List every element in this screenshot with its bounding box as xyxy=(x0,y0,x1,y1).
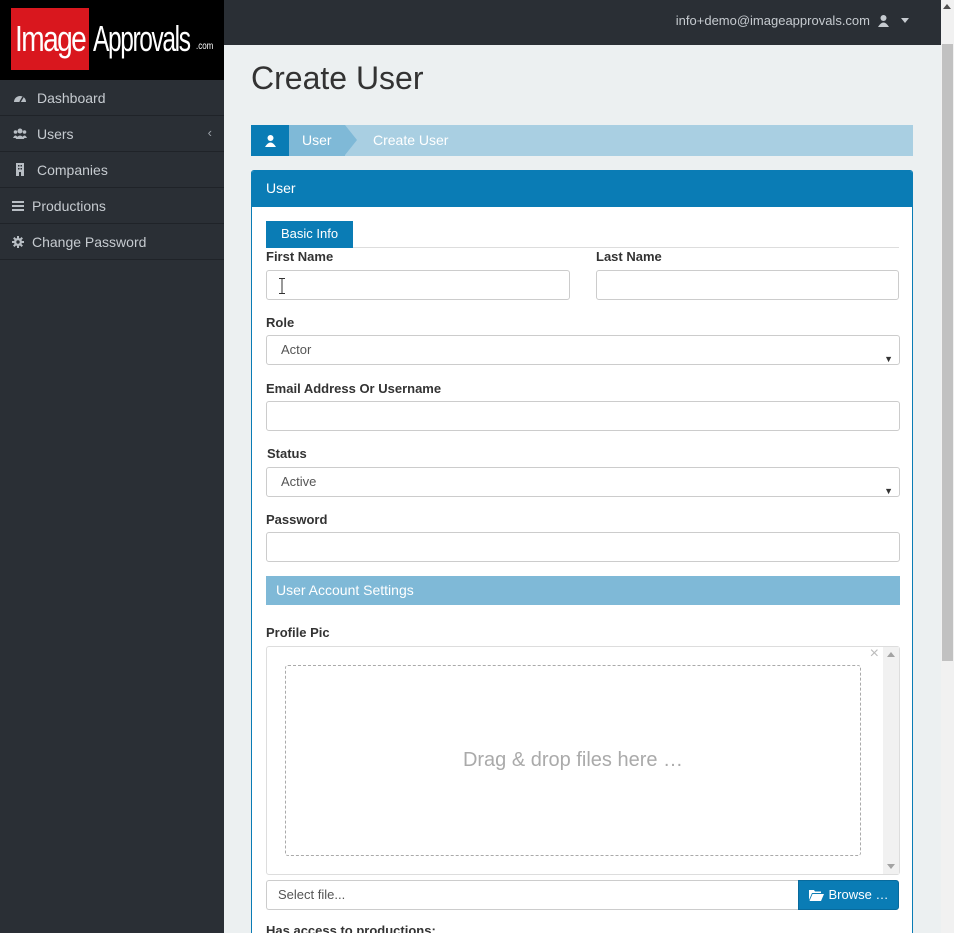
sidebar-nav: Dashboard Users ‹ Companies Productions xyxy=(0,80,224,260)
scrollbar-thumb[interactable] xyxy=(942,44,953,661)
scroll-down-arrow-icon[interactable] xyxy=(887,864,895,869)
page-title: Create User xyxy=(251,60,424,96)
status-select-value: Active xyxy=(281,474,317,489)
dropzone-text: Drag & drop files here … xyxy=(462,749,684,771)
sidebar-item-change-password[interactable]: Change Password xyxy=(0,224,224,260)
file-preview-area: × Drag & drop files here … xyxy=(266,645,900,875)
user-account-settings-header: User Account Settings xyxy=(266,576,900,605)
users-icon xyxy=(13,127,27,141)
sidebar-item-productions[interactable]: Productions xyxy=(0,188,224,224)
user-icon xyxy=(264,134,276,147)
file-name-field[interactable]: Select file... xyxy=(266,880,799,910)
status-label: Status xyxy=(267,446,307,461)
email-input[interactable] xyxy=(266,401,900,431)
sidebar-item-label: Companies xyxy=(37,161,108,178)
breadcrumb-item-user[interactable]: User xyxy=(289,125,345,156)
last-name-label: Last Name xyxy=(596,249,662,264)
role-select-value: Actor xyxy=(281,342,312,357)
logo-second-text: Approvals xyxy=(93,18,191,59)
text-cursor-icon xyxy=(279,278,285,294)
close-icon[interactable]: × xyxy=(870,645,879,663)
list-icon xyxy=(11,199,25,213)
email-label: Email Address Or Username xyxy=(266,381,442,396)
password-input[interactable] xyxy=(266,532,900,562)
user-icon xyxy=(878,14,889,27)
building-icon xyxy=(13,163,27,177)
first-name-input[interactable] xyxy=(266,270,570,300)
logo-suffix-text: .com xyxy=(196,41,214,52)
user-menu[interactable]: info+demo@imageapprovals.com xyxy=(676,13,909,28)
caret-down-icon: ▼ xyxy=(884,354,893,364)
user-email: info+demo@imageapprovals.com xyxy=(675,13,870,28)
logo-main-text: Image xyxy=(15,18,87,59)
panel-title: User xyxy=(252,171,912,207)
browse-label: Browse … xyxy=(828,887,889,902)
page-scrollbar[interactable] xyxy=(941,0,954,933)
breadcrumb-home[interactable] xyxy=(251,125,289,156)
chevron-down-icon xyxy=(901,18,909,23)
breadcrumb-item-create-user: Create User xyxy=(373,132,449,148)
sidebar-item-label: Productions xyxy=(32,197,106,214)
browse-button[interactable]: Browse … xyxy=(798,880,899,910)
scroll-up-arrow-icon[interactable] xyxy=(887,652,895,657)
sidebar-item-label: Dashboard xyxy=(37,89,106,106)
dropzone[interactable]: Drag & drop files here … xyxy=(285,665,861,856)
role-select[interactable]: Actor ▼ xyxy=(266,335,900,365)
logo[interactable]: Image Approvals .com xyxy=(0,0,224,80)
preview-scrollbar[interactable] xyxy=(883,647,899,874)
user-panel: User Basic Info First Name Last Name Rol… xyxy=(251,170,913,933)
first-name-label: First Name xyxy=(266,249,334,264)
scroll-up-arrow-icon[interactable] xyxy=(943,4,951,9)
password-label: Password xyxy=(266,512,328,527)
profile-pic-label: Profile Pic xyxy=(266,625,330,640)
tab-basic-info[interactable]: Basic Info xyxy=(266,221,354,248)
last-name-input[interactable] xyxy=(596,270,899,300)
tab-bar: Basic Info xyxy=(266,221,899,248)
gear-icon xyxy=(11,235,25,249)
top-bar: info+demo@imageapprovals.com xyxy=(224,0,941,45)
sidebar-item-companies[interactable]: Companies xyxy=(0,152,224,188)
access-label: Has access to productions: xyxy=(266,923,436,933)
caret-down-icon: ▼ xyxy=(884,486,893,496)
breadcrumb: User Create User xyxy=(251,125,913,156)
sidebar: Image Approvals .com Dashboard Users ‹ C… xyxy=(0,0,224,933)
dashboard-icon xyxy=(13,91,27,105)
role-label: Role xyxy=(266,315,295,330)
sidebar-item-label: Users xyxy=(37,125,74,142)
sidebar-item-users[interactable]: Users ‹ xyxy=(0,116,224,152)
sidebar-item-dashboard[interactable]: Dashboard xyxy=(0,80,224,116)
sidebar-item-label: Change Password xyxy=(32,233,147,250)
status-select[interactable]: Active ▼ xyxy=(266,467,900,497)
chevron-left-icon: ‹ xyxy=(207,125,212,140)
folder-open-icon xyxy=(808,890,824,901)
breadcrumb-separator xyxy=(345,125,357,155)
